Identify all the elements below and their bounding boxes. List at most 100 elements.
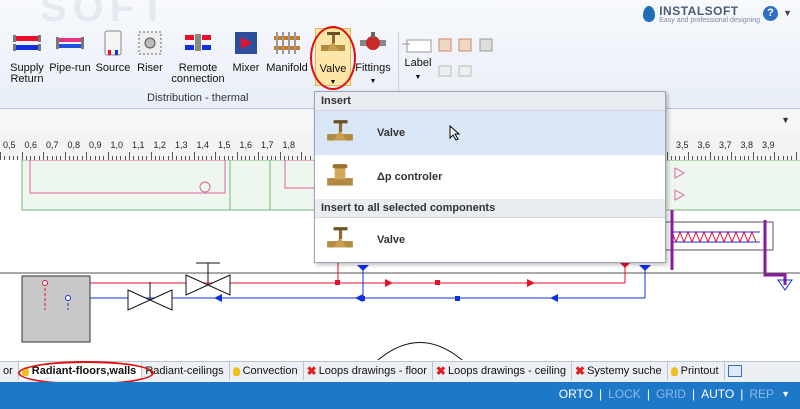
ruler-tick-label: 1,5: [218, 140, 231, 150]
pipe-run-button[interactable]: Pipe-run: [48, 30, 92, 74]
status-grid[interactable]: GRID: [656, 387, 686, 401]
riser-icon: [138, 31, 162, 55]
mixer-button[interactable]: Mixer: [229, 30, 263, 74]
ruler-tick-mark: [107, 152, 109, 160]
ruler-tick-mark: [731, 152, 732, 160]
ruler-tick-mark: [236, 152, 238, 160]
status-rep[interactable]: REP: [749, 387, 774, 401]
status-separator: |: [599, 387, 603, 401]
fittings-dropdown-icon: ▼: [369, 78, 377, 85]
riser-label: Riser: [137, 62, 163, 74]
tab-label: Loops drawings - ceiling: [447, 365, 566, 377]
status-separator: |: [740, 387, 744, 401]
ruler-tick-mark: [129, 152, 130, 160]
ruler-tick-mark: [21, 152, 23, 160]
tab-label: or: [3, 365, 13, 377]
tab-label: Loops drawings - floor: [318, 365, 427, 377]
panel-options-arrow-icon[interactable]: ▼: [781, 115, 790, 125]
ruler-tick-label: 0,5: [3, 140, 16, 150]
close-icon: ✖: [306, 364, 317, 378]
ruler-tick-mark: [215, 152, 216, 160]
ruler-tick-mark: [150, 152, 152, 160]
menu-item-valve-all-label: Valve: [377, 234, 406, 246]
mouse-cursor-icon: [449, 125, 461, 141]
source-label: Source: [95, 62, 131, 74]
status-orto[interactable]: ORTO: [559, 387, 593, 401]
new-sheet-button[interactable]: [725, 362, 747, 380]
riser-button[interactable]: Riser: [133, 30, 167, 74]
ruler-tick-label: 3,7: [719, 140, 732, 150]
tab-convection[interactable]: Convection: [230, 362, 304, 380]
ruler-tick-mark: [752, 152, 754, 160]
ruler-tick-mark: [688, 152, 689, 160]
mixer-icon: [235, 32, 257, 54]
brand-tagline: Easy and professional designing: [659, 17, 760, 24]
tab-partial[interactable]: or: [0, 362, 19, 380]
tab-label: Convection: [242, 365, 298, 377]
menu-item-dp-controller[interactable]: Δp controler: [315, 155, 665, 199]
bulb-icon: [670, 366, 678, 376]
status-lock[interactable]: LOCK: [608, 387, 641, 401]
manifold-button[interactable]: Manifold: [264, 30, 310, 74]
ruler-tick-mark: [64, 152, 66, 160]
tab-loops-drawings-floor[interactable]: ✖ Loops drawings - floor: [304, 362, 433, 380]
tab-printout[interactable]: Printout: [668, 362, 725, 380]
tab-systemy-suche[interactable]: ✖ Systemy suche: [572, 362, 668, 380]
ruler-tick-label: 1,3: [175, 140, 188, 150]
bulb-icon: [232, 366, 240, 376]
supply-return-label-2: Return: [10, 73, 44, 85]
tab-radiant-ceilings[interactable]: Radiant-ceilings: [142, 362, 230, 380]
ruler-tick-mark: [172, 152, 173, 160]
tab-label: Radiant-ceilings: [145, 365, 224, 377]
help-icon[interactable]: ?: [763, 6, 778, 21]
valve-highlight-circle: [310, 26, 356, 90]
ruler-tick-label: 0,8: [67, 140, 81, 150]
ruler-tick-mark: [43, 152, 44, 160]
ruler-tick-label: 0,9: [89, 140, 102, 150]
pipe-run-icon: [56, 37, 84, 49]
ruler-tick-label: 1,1: [132, 140, 145, 150]
ruler-tick-mark: [795, 152, 797, 160]
source-icon: [104, 30, 122, 56]
source-button[interactable]: Source: [94, 30, 132, 74]
label-tools-icons: [402, 38, 493, 77]
status-menu-arrow-icon[interactable]: ▼: [781, 389, 790, 399]
ruler-tick-mark: [193, 152, 195, 160]
menu-section-insert: Insert: [315, 92, 665, 111]
ruler-tick-label: 3,5: [676, 140, 689, 150]
ribbon-options-arrow-icon[interactable]: ▼: [783, 8, 792, 18]
close-icon: ✖: [575, 364, 586, 378]
fittings-button[interactable]: Fittings ▼: [352, 30, 394, 87]
tab-loops-drawings-ceiling[interactable]: ✖ Loops drawings - ceiling: [433, 362, 572, 380]
supply-return-button[interactable]: Supply Return: [8, 30, 46, 85]
ruler-tick-mark: [258, 152, 259, 160]
remote-connection-icon: [185, 34, 211, 51]
ruler-tick-mark: [774, 152, 775, 160]
ruler-tick-label: 3,6: [697, 140, 711, 150]
brand-name: INSTALSOFT: [659, 4, 739, 18]
status-auto[interactable]: AUTO: [701, 387, 734, 401]
ruler-tick-label: 1,0: [110, 140, 124, 150]
ruler-tick-label: 3,9: [762, 140, 775, 150]
menu-item-valve[interactable]: Valve: [315, 111, 665, 155]
watermark: SOFT: [40, 0, 171, 30]
ruler-tick-label: 1,7: [261, 140, 274, 150]
ruler-tick-label: 1,8: [282, 140, 296, 150]
status-bar: ORTO | LOCK | GRID | AUTO | REP ▼: [0, 382, 800, 409]
remote-connection-button[interactable]: Remote connection: [168, 30, 228, 85]
supply-return-icon: [13, 35, 41, 51]
valve-dropdown-menu: Insert Valve Δp controler Insert to all …: [314, 91, 666, 263]
new-sheet-icon: [727, 365, 742, 377]
pipe-run-label: Pipe-run: [49, 62, 91, 74]
ruler-tick-mark: [279, 152, 281, 160]
manifold-icon: [274, 32, 300, 54]
fittings-label: Fittings: [355, 62, 391, 74]
manifold-label: Manifold: [266, 62, 308, 74]
status-separator: |: [691, 387, 696, 401]
ribbon-group-label: Distribution - thermal: [147, 92, 249, 104]
menu-item-valve-all[interactable]: Valve: [315, 218, 665, 262]
ruler-tick-label: 1,2: [153, 140, 167, 150]
ruler-tick-mark: [86, 152, 87, 160]
menu-item-valve-label: Valve: [377, 127, 406, 139]
ruler-tick-label: 1,6: [239, 140, 253, 150]
